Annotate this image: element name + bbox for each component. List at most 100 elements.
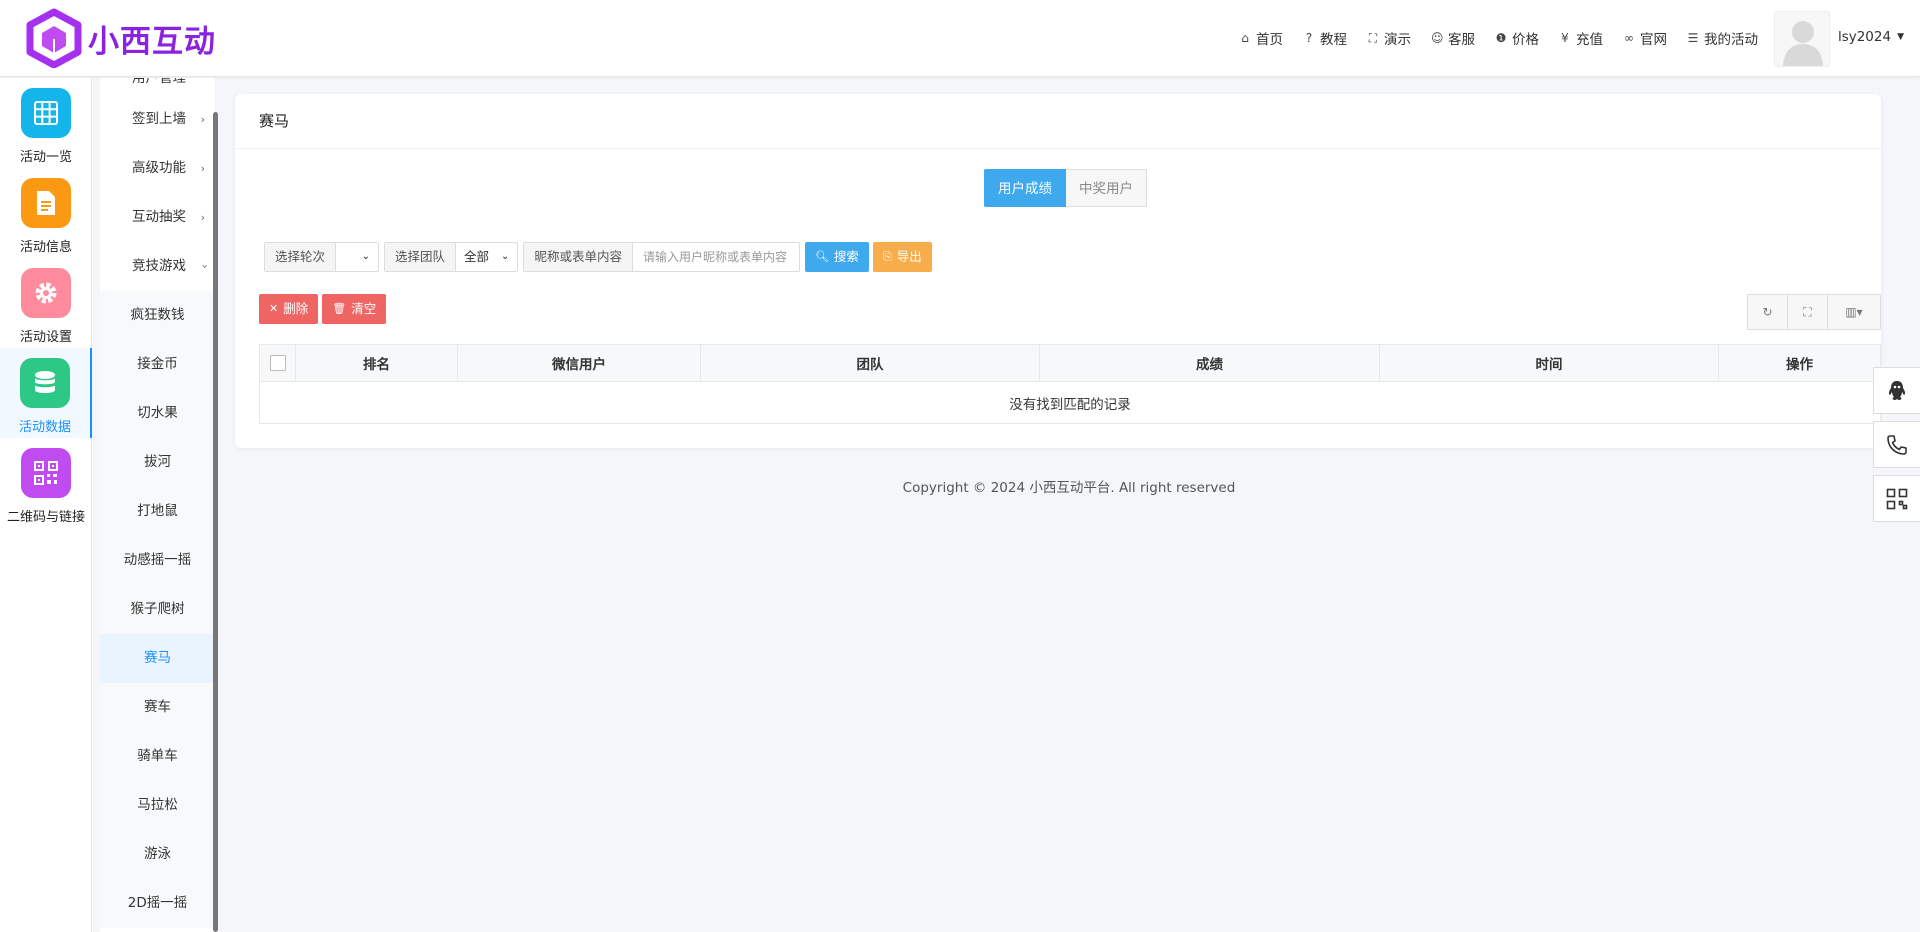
nav-support[interactable]: ☺ 客服	[1431, 28, 1475, 48]
round-select[interactable]: ⌄	[336, 243, 378, 271]
nav-label: 首页	[1256, 32, 1283, 48]
submenu-item-2d-shake[interactable]: 2D摇一摇	[100, 879, 215, 928]
nav-tutorial[interactable]: ? 教程	[1303, 28, 1347, 48]
refresh-button[interactable]: ↻	[1748, 295, 1788, 329]
tab-user-scores[interactable]: 用户成绩	[984, 169, 1066, 207]
link-icon: ∞	[1624, 31, 1634, 45]
submenu-item-horse-race[interactable]: 赛马	[100, 634, 215, 683]
export-button[interactable]: ⎘ 导出	[872, 242, 932, 272]
button-label: 导出	[896, 249, 922, 264]
submenu-group-lottery[interactable]: 互动抽奖 ›	[100, 193, 215, 242]
submenu: 用户管理 签到上墙 › 高级功能 › 互动抽奖 › 竞技游戏 › 疯狂数钱 接金币 切水…	[100, 78, 215, 932]
submenu-item-count-money[interactable]: 疯狂数钱	[100, 291, 215, 340]
refresh-icon: ↻	[1762, 305, 1773, 319]
delete-button[interactable]: ✕ 删除	[259, 294, 319, 324]
nav-my-activities[interactable]: ☰ 我的活动	[1687, 28, 1758, 48]
main-panel: 赛马 用户成绩 中奖用户 选择轮次 ⌄ 选择团队 全部 ⌄ 昵称或表单内容 请输…	[235, 94, 1881, 448]
columns-icon: ▥▾	[1845, 305, 1863, 319]
submenu-group-games[interactable]: 竞技游戏 ›	[100, 242, 215, 291]
qq-icon	[1888, 380, 1906, 400]
submenu-group-checkin[interactable]: 签到上墙 ›	[100, 95, 215, 144]
team-value: 全部	[464, 249, 490, 264]
tab-winners[interactable]: 中奖用户	[1066, 169, 1147, 207]
close-icon: ✕	[269, 302, 279, 315]
chevron-down-icon: ⌄	[361, 251, 371, 262]
rail-label: 活动设置	[19, 330, 72, 345]
submenu-item-whack-mole[interactable]: 打地鼠	[100, 487, 215, 536]
nav-demo[interactable]: ⛶ 演示	[1367, 28, 1411, 49]
nav-price[interactable]: ❶ 价格	[1495, 28, 1539, 48]
submenu-item-catch-coins[interactable]: 接金币	[100, 340, 215, 389]
fullscreen-button[interactable]: ⛶	[1788, 295, 1828, 329]
result-tabs: 用户成绩 中奖用户	[984, 169, 1147, 207]
clear-button[interactable]: 🗑︎ 清空	[322, 294, 387, 324]
page-title: 赛马	[235, 94, 1881, 149]
nav-home[interactable]: ⌂ 首页	[1239, 28, 1283, 48]
rail-label: 活动一览	[19, 150, 72, 165]
nav-label: 充值	[1576, 32, 1603, 48]
select-all-checkbox[interactable]	[269, 355, 286, 371]
select-all-cell[interactable]	[259, 344, 296, 382]
empty-message: 没有找到匹配的记录	[1009, 396, 1131, 413]
button-label: 清空	[351, 301, 377, 316]
submenu-item-shake[interactable]: 动感摇一摇	[100, 536, 215, 585]
submenu-item-cut-fruit[interactable]: 切水果	[100, 389, 215, 438]
logo[interactable]: 小西互动	[26, 8, 216, 68]
database-icon	[20, 358, 70, 408]
submenu-item-tug-of-war[interactable]: 拔河	[100, 438, 215, 487]
rail-label: 活动信息	[19, 240, 72, 255]
user-menu[interactable]: lsy2024 ▼	[1838, 29, 1904, 45]
grid-icon	[21, 88, 71, 138]
chevron-down-icon: ›	[198, 264, 212, 269]
expand-icon: ⛶	[1368, 30, 1378, 45]
rail-item-info[interactable]: 活动信息	[0, 168, 92, 258]
search-button[interactable]: 🔍︎ 搜索	[804, 242, 869, 272]
submenu-group-advanced[interactable]: 高级功能 ›	[100, 144, 215, 193]
col-wechat-user[interactable]: 微信用户	[457, 344, 701, 382]
submenu-item-monkey-climb[interactable]: 猴子爬树	[100, 585, 215, 634]
col-time[interactable]: 时间	[1379, 344, 1719, 382]
submenu-label: 互动抽奖	[132, 209, 186, 225]
caret-down-icon: ▼	[1897, 32, 1904, 42]
header: 小西互动 ⌂ 首页 ? 教程 ⛶ 演示 ☺ 客服 ❶ 价格 ¥ 充值 ∞ 官网 ☰ 我的活动 l…	[0, 0, 1920, 77]
submenu-item-user-management[interactable]: 用户管理	[100, 78, 215, 95]
search-label: 昵称或表单内容	[524, 243, 633, 271]
filter-bar: 选择轮次 ⌄ 选择团队 全部 ⌄ 昵称或表单内容 请输入用户昵称或表单内容 🔍︎…	[264, 242, 936, 272]
table-actions: ✕ 删除 🗑︎ 清空	[259, 294, 390, 324]
submenu-item-swim[interactable]: 游泳	[100, 830, 215, 879]
submenu-item-car-race[interactable]: 赛车	[100, 683, 215, 732]
yen-icon: ¥	[1561, 31, 1569, 45]
document-icon	[21, 178, 71, 228]
phone-contact-button[interactable]	[1873, 421, 1920, 468]
avatar[interactable]	[1774, 11, 1830, 67]
smile-icon: ☺	[1431, 31, 1444, 45]
rail-item-qrcode[interactable]: 二维码与链接	[0, 438, 92, 528]
team-select[interactable]: 全部 ⌄	[456, 243, 517, 271]
submenu-label: 切水果	[137, 405, 178, 421]
submenu-scrollbar[interactable]	[213, 112, 218, 932]
col-rank[interactable]: 排名	[295, 344, 458, 382]
phone-icon	[1887, 434, 1907, 455]
rail-item-settings[interactable]: 活动设置	[0, 258, 92, 348]
col-actions: 操作	[1718, 344, 1881, 382]
qq-contact-button[interactable]	[1873, 367, 1920, 414]
rail-item-overview[interactable]: 活动一览	[0, 78, 92, 168]
table-row: 没有找到匹配的记录	[260, 382, 1881, 424]
table-toolbar: ↻ ⛶ ▥▾	[1747, 294, 1881, 330]
submenu-item-bicycle[interactable]: 骑单车	[100, 732, 215, 781]
qrcode-contact-button[interactable]	[1873, 475, 1920, 522]
nav-recharge[interactable]: ¥ 充值	[1559, 28, 1603, 48]
search-input[interactable]: 请输入用户昵称或表单内容	[633, 243, 799, 271]
nav-label: 客服	[1448, 32, 1475, 48]
export-icon: ⎘	[882, 250, 892, 263]
columns-button[interactable]: ▥▾	[1828, 295, 1880, 329]
nav-official[interactable]: ∞ 官网	[1623, 28, 1667, 48]
col-team[interactable]: 团队	[700, 344, 1040, 382]
top-navigation: ⌂ 首页 ? 教程 ⛶ 演示 ☺ 客服 ❶ 价格 ¥ 充值 ∞ 官网 ☰ 我的活动	[1219, 28, 1758, 49]
copyright: Copyright © 2024 小西互动平台. All right reser…	[902, 480, 1236, 496]
round-filter: 选择轮次 ⌄	[264, 242, 380, 272]
trash-icon: 🗑︎	[332, 302, 347, 315]
col-score[interactable]: 成绩	[1039, 344, 1380, 382]
rail-item-data[interactable]: 活动数据	[0, 348, 92, 438]
submenu-item-marathon[interactable]: 马拉松	[100, 781, 215, 830]
